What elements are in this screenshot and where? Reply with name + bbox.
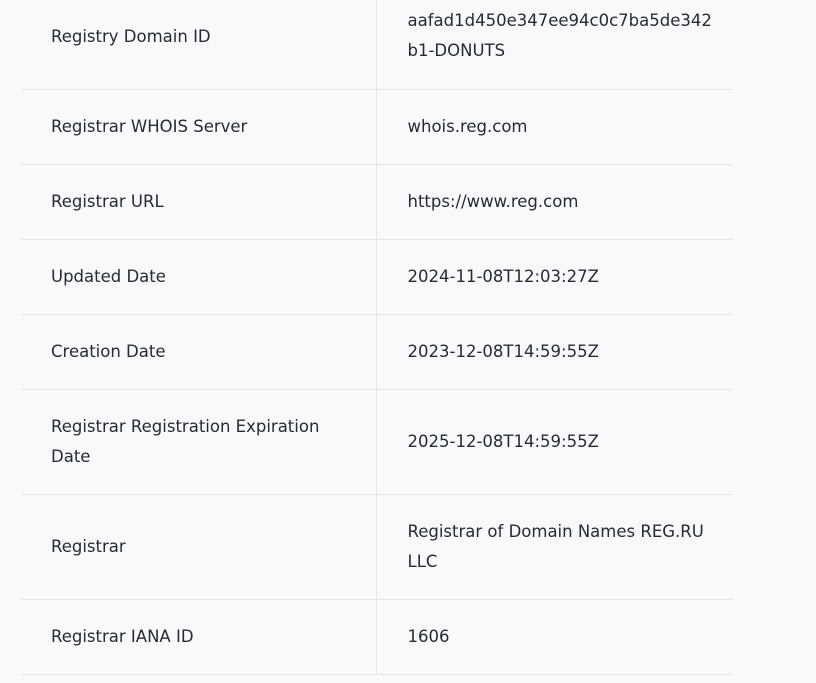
row-label-cell: Registrar Registration Expiration Date: [21, 389, 377, 495]
table-row: Updated Date 2024-11-08T12:03:27Z: [21, 239, 733, 315]
registrar-value: Registrar of Domain Names REG.RU LLC: [407, 521, 704, 571]
row-label-cell: Creation Date: [21, 314, 377, 390]
registry-domain-id-label: Registry Domain ID: [51, 27, 211, 46]
table-row: Registry Domain ID aafad1d450e347ee94c0c…: [21, 0, 733, 90]
row-label-cell: Registrar: [21, 494, 377, 600]
table-row: Registrar WHOIS Server whois.reg.com: [21, 89, 733, 165]
registrar-label: Registrar: [51, 536, 126, 556]
registry-domain-id-value: aafad1d450e347ee94c0c7ba5de342b1-DONUTS: [407, 11, 712, 60]
table-row: Registrar IANA ID 1606: [21, 599, 733, 675]
row-label-cell: Registrar URL: [21, 164, 377, 240]
registrar-url-value: https://www.reg.com: [407, 191, 579, 211]
updated-date-value: 2024-11-08T12:03:27Z: [407, 266, 599, 286]
row-value-cell: 2023-12-08T14:59:55Z: [376, 314, 733, 390]
row-label-cell: Updated Date: [21, 239, 377, 315]
row-value-cell: whois.reg.com: [376, 89, 733, 165]
row-label-cell: Registry Domain ID: [21, 0, 377, 90]
creation-date-value: 2023-12-08T14:59:55Z: [407, 341, 599, 361]
registrar-whois-server-value: whois.reg.com: [407, 116, 528, 136]
table-row: Registrar Registration Expiration Date 2…: [21, 389, 733, 495]
updated-date-label: Updated Date: [51, 266, 166, 286]
table-row: Creation Date 2023-12-08T14:59:55Z: [21, 314, 733, 390]
expiration-date-value: 2025-12-08T14:59:55Z: [407, 431, 599, 451]
row-value-cell: https://www.reg.com: [376, 164, 733, 240]
row-label-cell: Registrar IANA ID: [21, 599, 377, 675]
row-label-cell: Registrar WHOIS Server: [21, 89, 377, 165]
registrar-iana-id-value: 1606: [407, 626, 450, 646]
registrar-whois-server-label: Registrar WHOIS Server: [51, 116, 248, 136]
whois-table: Registry Domain ID aafad1d450e347ee94c0c…: [21, 0, 733, 675]
row-value-cell: 1606: [376, 599, 733, 675]
registrar-iana-id-label: Registrar IANA ID: [51, 626, 194, 646]
expiration-date-label: Registrar Registration Expiration Date: [51, 416, 320, 466]
row-value-cell: Registrar of Domain Names REG.RU LLC: [376, 494, 733, 600]
row-value-cell: aafad1d450e347ee94c0c7ba5de342b1-DONUTS: [376, 0, 733, 90]
row-value-cell: 2024-11-08T12:03:27Z: [376, 239, 733, 315]
creation-date-label: Creation Date: [51, 341, 166, 361]
table-row: Registrar URL https://www.reg.com: [21, 164, 733, 240]
registrar-url-label: Registrar URL: [51, 191, 164, 211]
row-value-cell: 2025-12-08T14:59:55Z: [376, 389, 733, 495]
table-row: Registrar Registrar of Domain Names REG.…: [21, 494, 733, 600]
